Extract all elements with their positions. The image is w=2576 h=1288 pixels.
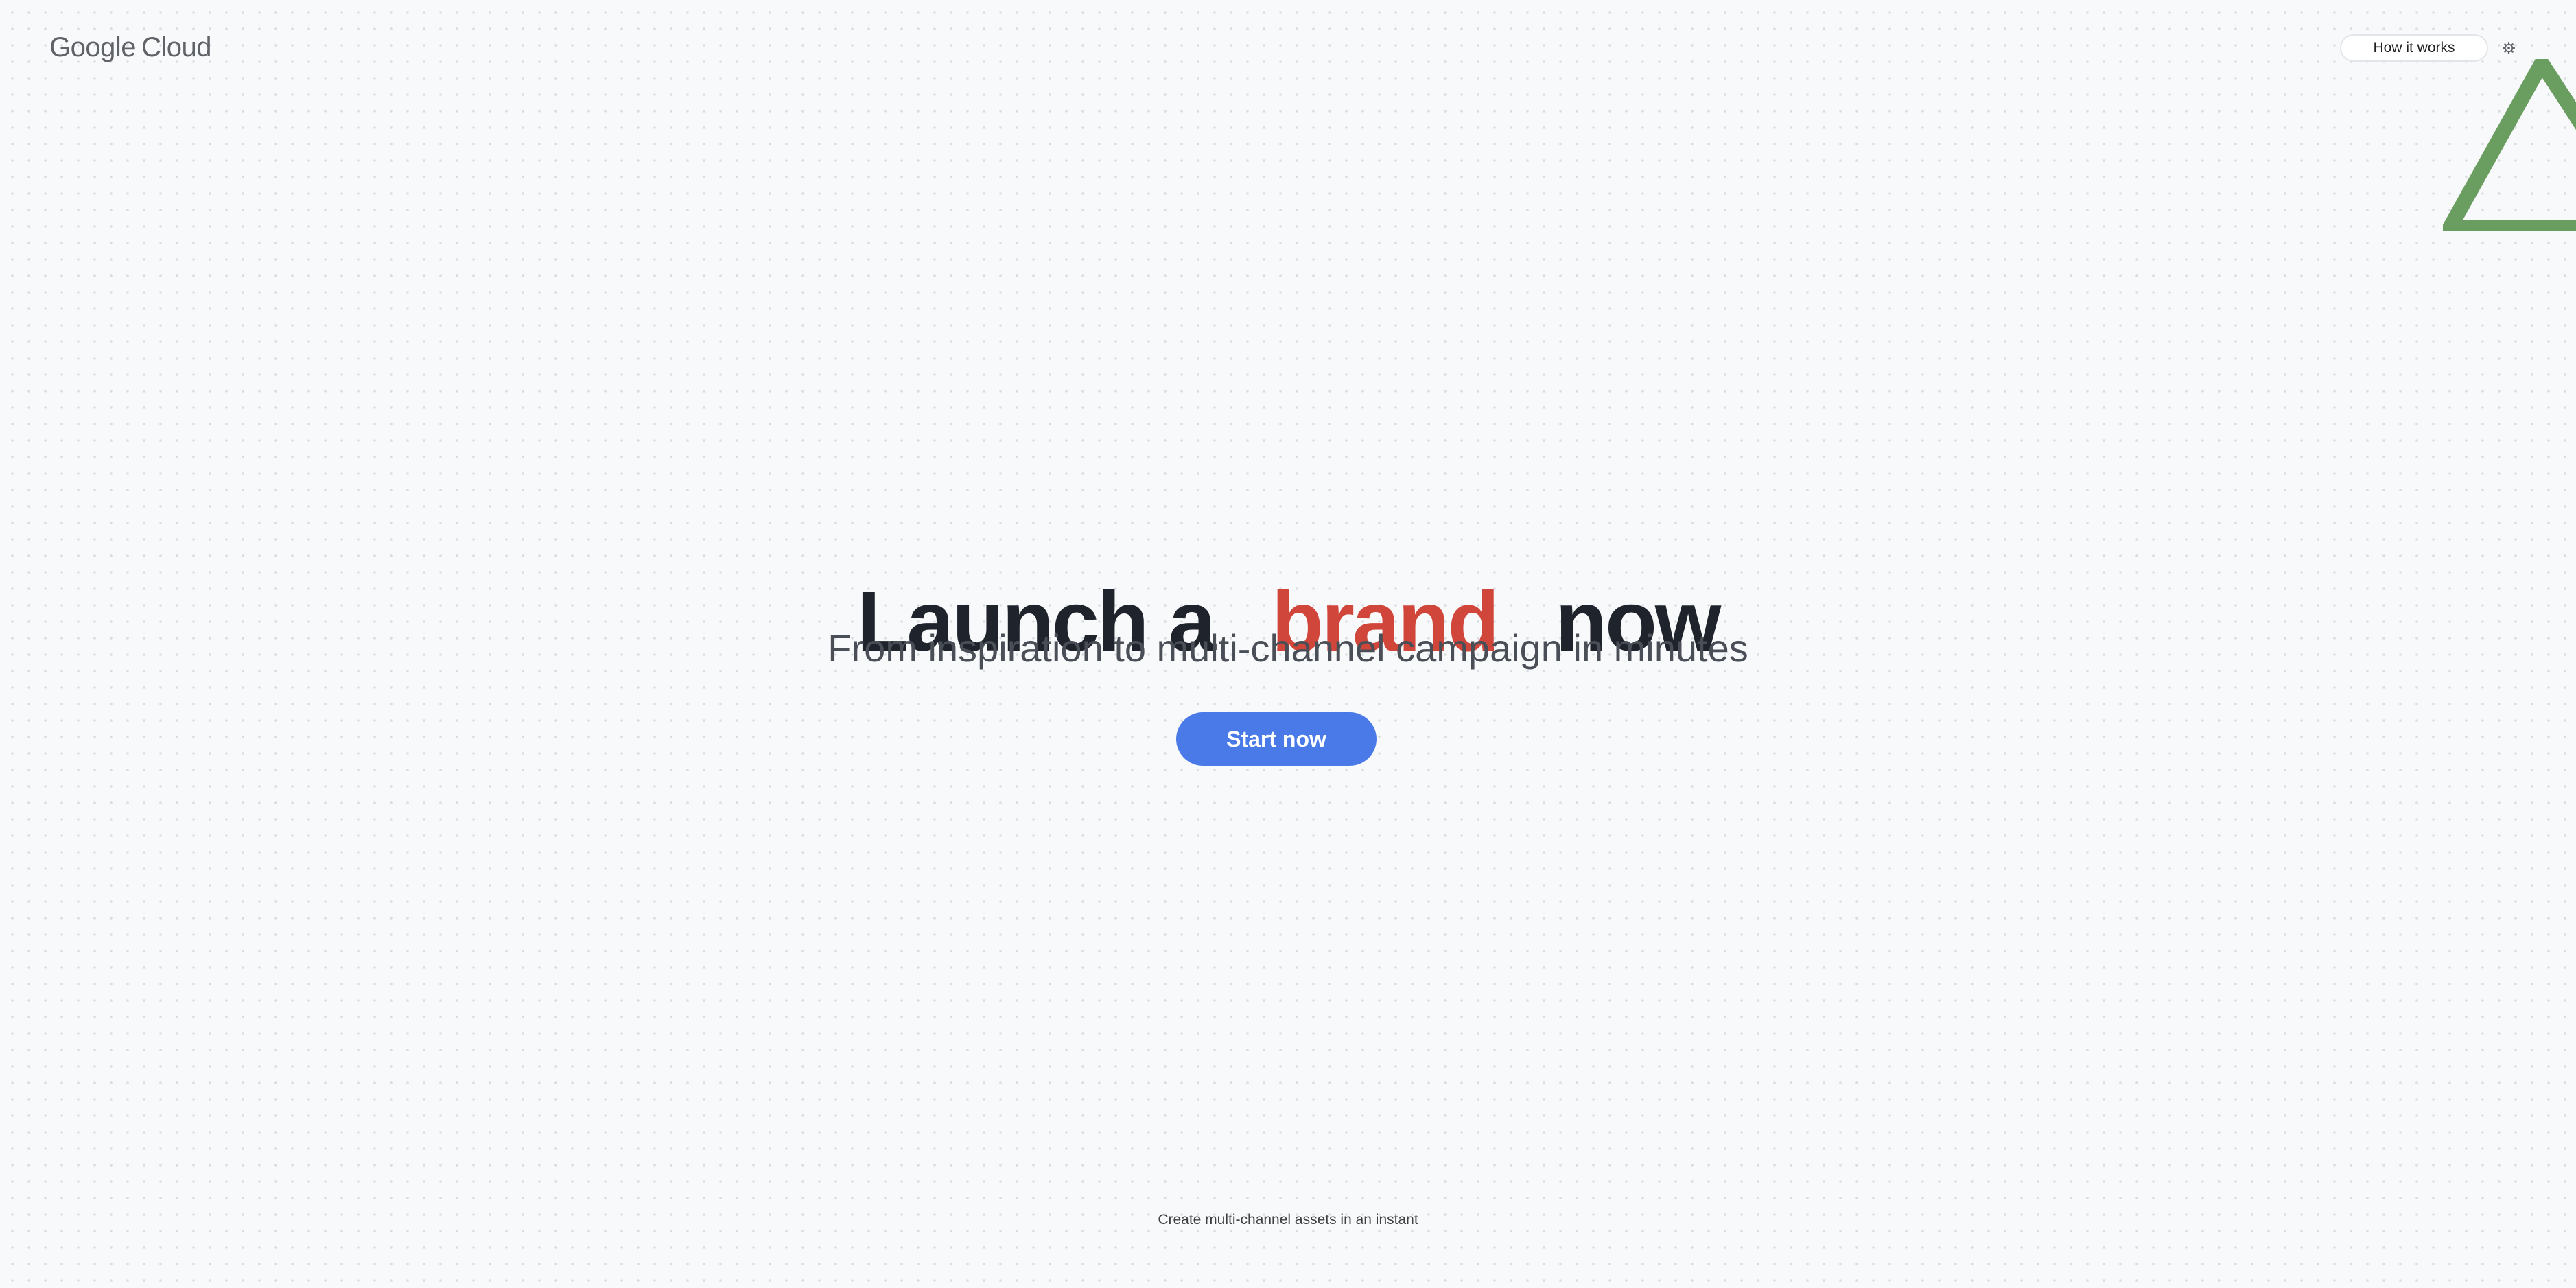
footer-tagline: Create multi-channel assets in an instan…	[1158, 1212, 1418, 1228]
decorative-triangle	[2443, 59, 2576, 231]
logo-brand-text: Google	[49, 32, 136, 62]
gear-icon-graphic	[2503, 42, 2515, 54]
start-now-button[interactable]: Start now	[1176, 712, 1377, 766]
how-it-works-button[interactable]: How it works	[2340, 34, 2488, 62]
gear-icon[interactable]	[2501, 40, 2517, 56]
hero-subtitle: From inspiration to multi-channel campai…	[828, 627, 1748, 670]
logo-product-text: Cloud	[141, 32, 212, 62]
google-cloud-logo[interactable]: Google Cloud	[49, 30, 212, 65]
